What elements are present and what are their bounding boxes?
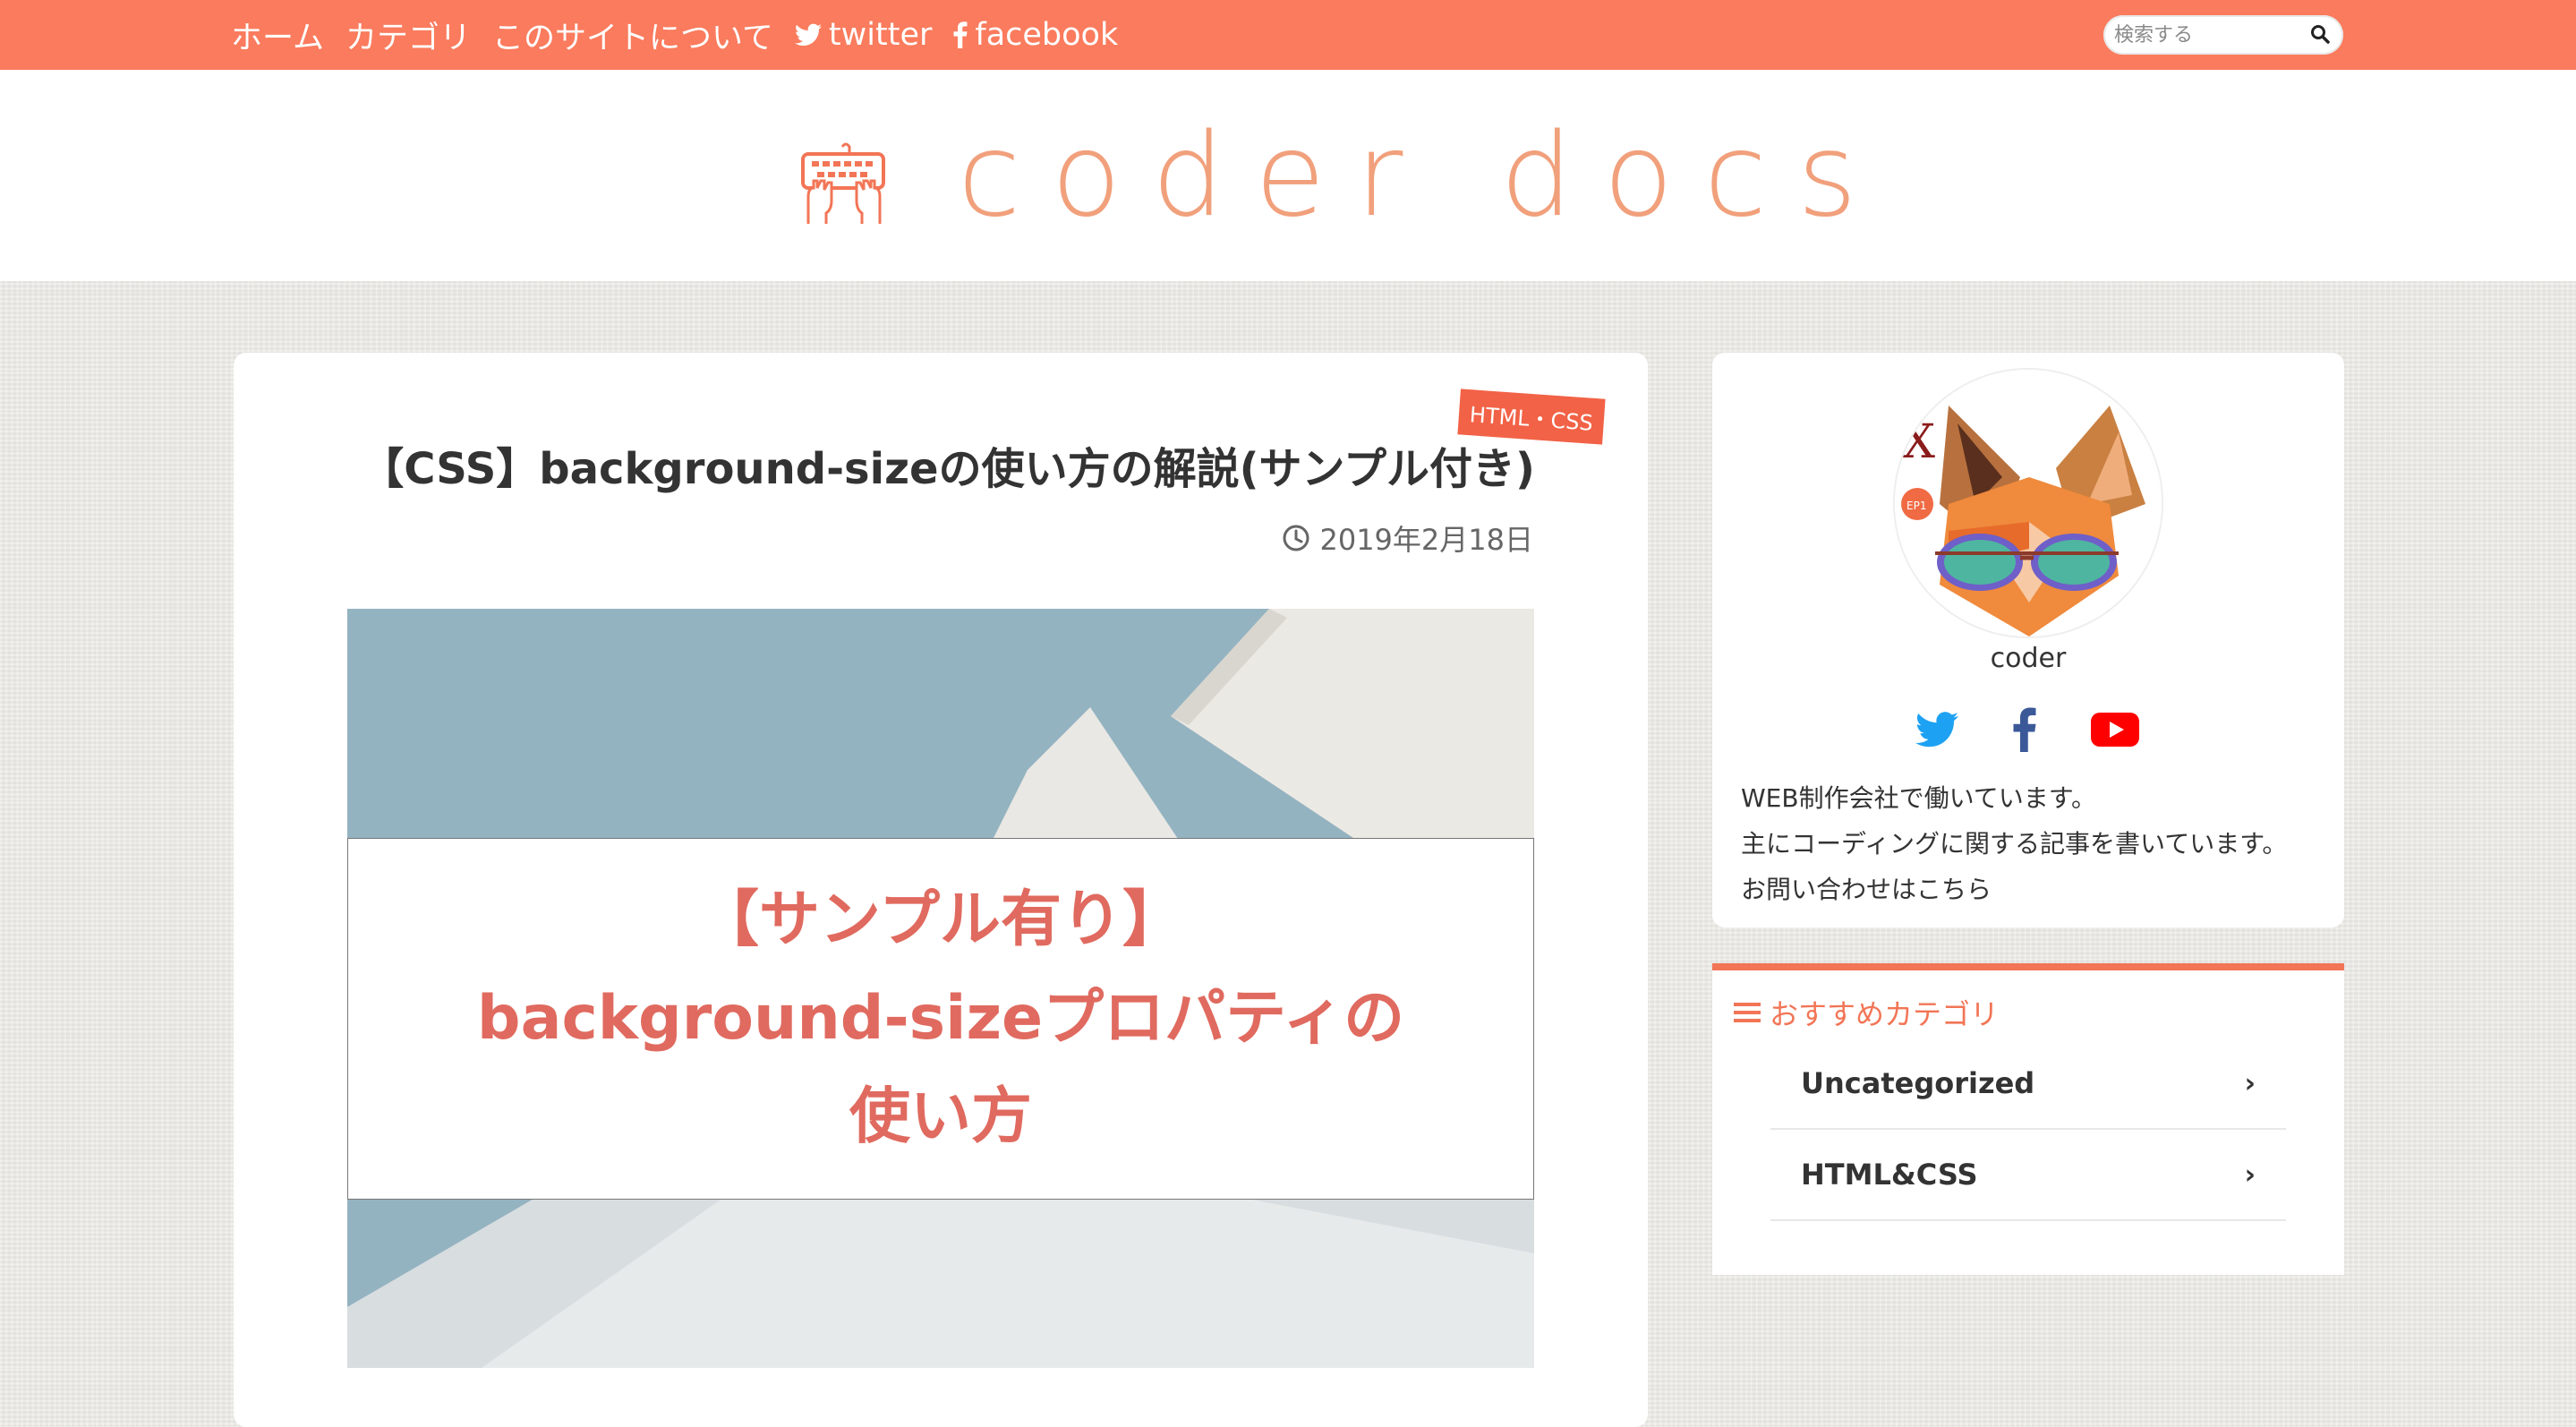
nav-home-label: ホーム — [231, 20, 324, 56]
hero-line-2: background-sizeプロパティの — [476, 983, 1405, 1054]
social-links — [1915, 707, 2139, 752]
twitter-icon[interactable] — [1915, 712, 1958, 748]
top-nav: ホーム カテゴリ このサイトについて twitter facebook — [231, 0, 1139, 70]
hero-text-box: 【サンプル有り】 background-sizeプロパティの 使い方 — [347, 838, 1534, 1200]
post-title: 【CSS】background-sizeの使い方の解説(サンプル付き) — [361, 444, 1535, 494]
chevron-right-icon: › — [2244, 1158, 2256, 1191]
category-item-html-css[interactable]: HTML&CSS › — [1770, 1130, 2286, 1221]
post-date-label: 2019年2月18日 — [1319, 523, 1533, 557]
post-date: 2019年2月18日 — [1262, 517, 1533, 559]
nav-category-label: カテゴリ — [345, 20, 471, 56]
fox-avatar-illustration: X EP1 — [1895, 370, 2162, 637]
keyboard-hands-icon[interactable] — [799, 141, 889, 226]
hero-line-1: 【サンプル有り】 — [698, 884, 1183, 955]
categories-heading-label: おすすめカテゴリ — [1770, 997, 2000, 1031]
categories-heading: おすすめカテゴリ — [1734, 992, 1999, 1033]
bio-line-1: WEB制作会社で働いています。 — [1741, 783, 2096, 813]
facebook-icon — [953, 21, 968, 48]
menu-lines-icon — [1734, 1003, 1761, 1022]
profile-name: coder — [1990, 643, 2067, 674]
top-bar: ホーム カテゴリ このサイトについて twitter facebook — [0, 0, 2576, 70]
category-item-uncategorized[interactable]: Uncategorized › — [1770, 1038, 2286, 1130]
nav-twitter-label: twitter — [828, 17, 933, 53]
search-input[interactable] — [2112, 22, 2295, 47]
nav-category-link[interactable]: カテゴリ — [345, 13, 471, 58]
hero-line-3: 使い方 — [849, 1081, 1032, 1152]
hero-image: 【サンプル有り】 background-sizeプロパティの 使い方 — [347, 609, 1534, 1368]
nav-twitter-link[interactable]: twitter — [794, 17, 933, 53]
nav-facebook-link[interactable]: facebook — [953, 17, 1118, 53]
avatar: X EP1 — [1895, 370, 2162, 637]
facebook-icon[interactable] — [2013, 707, 2036, 752]
nav-about-label: このサイトについて — [491, 20, 773, 56]
svg-text:EP1: EP1 — [1906, 500, 1926, 512]
nav-about-link[interactable]: このサイトについて — [492, 13, 773, 58]
nav-facebook-label: facebook — [975, 17, 1119, 53]
chevron-right-icon: › — [2244, 1067, 2256, 1099]
nav-home-link[interactable]: ホーム — [231, 13, 324, 58]
bio-line-2: 主にコーディングに関する記事を書いています。 — [1741, 829, 2288, 859]
category-item-label: HTML&CSS — [1801, 1158, 1978, 1192]
category-item-label: Uncategorized — [1801, 1066, 2035, 1100]
search-box — [2103, 15, 2343, 55]
twitter-icon — [794, 23, 822, 46]
youtube-icon[interactable] — [2091, 713, 2139, 747]
profile-bio: WEB制作会社で働いています。 主にコーディングに関する記事を書いています。 お… — [1741, 775, 2287, 912]
search-icon[interactable] — [2309, 23, 2331, 45]
contact-link[interactable]: お問い合わせはこちら — [1741, 867, 2287, 912]
clock-icon — [1283, 525, 1309, 551]
site-logo-text[interactable]: coder docs — [958, 109, 1888, 243]
